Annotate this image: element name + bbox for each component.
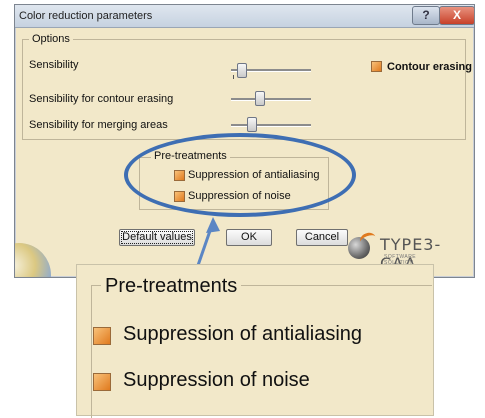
zoomed-antialiasing-label: Suppression of antialiasing (123, 323, 363, 345)
options-legend: Options (29, 33, 73, 45)
zoomed-pretreatments-legend: Pre-treatments (101, 275, 242, 298)
title-bar: Color reduction parameters ? X (15, 5, 474, 28)
contour-sensibility-slider-track[interactable] (231, 98, 311, 101)
help-button[interactable]: ? (412, 6, 440, 25)
highlight-ellipse (124, 133, 356, 217)
decorative-globe-icon (15, 243, 51, 277)
zoomed-pretreatments-panel: Pre-treatments Suppression of antialiasi… (76, 264, 434, 418)
close-button[interactable]: X (439, 6, 474, 25)
zoomed-noise-checkbox (93, 373, 111, 391)
contour-erasing-checkbox[interactable] (371, 61, 382, 72)
slider-tick (233, 75, 234, 79)
contour-sensibility-slider-thumb[interactable] (255, 91, 265, 106)
merging-sensibility-slider-track[interactable] (231, 124, 311, 127)
zoomed-group-frame (91, 285, 432, 418)
sensibility-slider-thumb[interactable] (237, 63, 247, 78)
dialog-title: Color reduction parameters (19, 10, 153, 22)
contour-erasing-label: Contour erasing (387, 61, 472, 73)
ok-button[interactable]: OK (226, 229, 272, 246)
cancel-button[interactable]: Cancel (296, 229, 348, 246)
zoomed-noise-label: Suppression of noise (123, 369, 310, 391)
contour-sensibility-label: Sensibility for contour erasing (29, 93, 174, 105)
merging-sensibility-label: Sensibility for merging areas (29, 119, 168, 131)
default-values-button[interactable]: Default values (119, 229, 195, 246)
merging-sensibility-slider-thumb[interactable] (247, 117, 257, 132)
sensibility-label: Sensibility (29, 59, 79, 71)
zoomed-antialiasing-checkbox (93, 327, 111, 345)
